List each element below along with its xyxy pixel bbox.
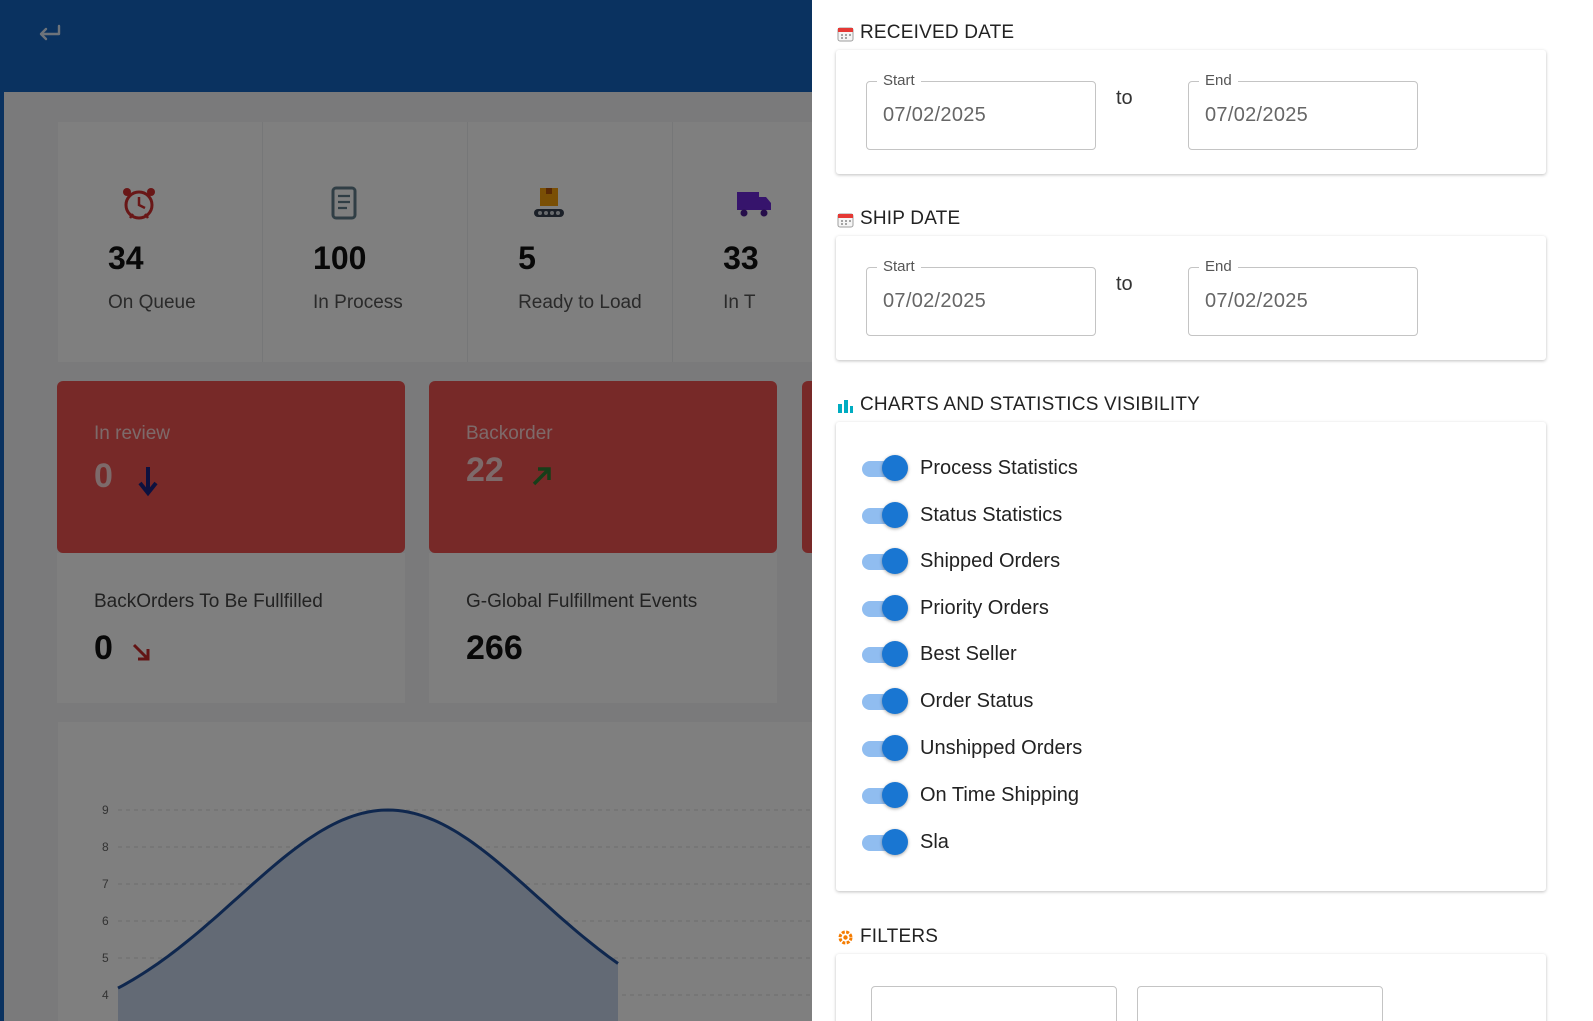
toggle-sla[interactable]: Sla <box>862 827 949 857</box>
gear-icon <box>837 929 854 946</box>
settings-drawer: RECEIVED DATE Start 07/02/2025 to End 07… <box>812 0 1593 1021</box>
toggle-switch[interactable] <box>862 593 908 623</box>
toggle-label: Shipped Orders <box>920 549 1061 572</box>
received-end-date-field[interactable]: End 07/02/2025 <box>1188 72 1418 150</box>
toggle-status-statistics[interactable]: Status Statistics <box>862 500 1062 530</box>
field-value: 07/02/2025 <box>883 104 987 126</box>
toggle-unshipped-orders[interactable]: Unshipped Orders <box>862 733 1082 763</box>
field-label: Start <box>877 72 921 89</box>
toggle-switch[interactable] <box>862 733 908 763</box>
toggle-switch[interactable] <box>862 453 908 483</box>
toggle-label: Unshipped Orders <box>920 736 1083 759</box>
toggle-label: Priority Orders <box>920 596 1049 619</box>
ship-end-date-field[interactable]: End 07/02/2025 <box>1188 258 1418 336</box>
filters-heading: FILTERS <box>837 926 938 948</box>
calendar-icon <box>837 25 854 42</box>
calendar-icon <box>837 211 854 228</box>
toggle-switch[interactable] <box>862 780 908 810</box>
section-title: RECEIVED DATE <box>860 22 1015 43</box>
toggle-switch[interactable] <box>862 827 908 857</box>
ship-date-panel: Start 07/02/2025 to End 07/02/2025 <box>836 236 1546 360</box>
received-start-date-field[interactable]: Start 07/02/2025 <box>866 72 1096 150</box>
received-date-panel: Start 07/02/2025 to End 07/02/2025 <box>836 50 1546 174</box>
toggle-label: On Time Shipping <box>920 783 1079 806</box>
toggle-label: Sla <box>920 830 949 853</box>
field-label: End <box>1199 72 1238 89</box>
toggle-switch[interactable] <box>862 639 908 669</box>
toggle-label: Order Status <box>920 689 1034 712</box>
toggle-switch[interactable] <box>862 500 908 530</box>
range-separator: to <box>1116 87 1133 109</box>
filter-select-1[interactable] <box>871 986 1117 1021</box>
toggle-process-statistics[interactable]: Process Statistics <box>862 453 1078 483</box>
field-label: Start <box>877 258 921 275</box>
field-value: 07/02/2025 <box>883 290 987 312</box>
toggle-label: Status Statistics <box>920 503 1063 526</box>
field-value: 07/02/2025 <box>1205 290 1309 312</box>
bar-chart-icon <box>837 397 854 414</box>
section-title: CHARTS AND STATISTICS VISIBILITY <box>860 394 1201 415</box>
toggle-switch[interactable] <box>862 546 908 576</box>
toggle-best-seller[interactable]: Best Seller <box>862 639 1017 669</box>
section-title: FILTERS <box>860 926 939 947</box>
ship-date-heading: SHIP DATE <box>837 208 960 230</box>
toggle-shipped-orders[interactable]: Shipped Orders <box>862 546 1060 576</box>
toggle-on-time-shipping[interactable]: On Time Shipping <box>862 780 1079 810</box>
filter-select-2[interactable] <box>1137 986 1383 1021</box>
toggle-order-status[interactable]: Order Status <box>862 686 1033 716</box>
ship-start-date-field[interactable]: Start 07/02/2025 <box>866 258 1096 336</box>
visibility-heading: CHARTS AND STATISTICS VISIBILITY <box>837 394 1200 416</box>
field-label: End <box>1199 258 1238 275</box>
toggle-label: Process Statistics <box>920 456 1078 479</box>
range-separator: to <box>1116 273 1133 295</box>
toggle-priority-orders[interactable]: Priority Orders <box>862 593 1049 623</box>
section-title: SHIP DATE <box>860 208 961 229</box>
received-date-heading: RECEIVED DATE <box>837 22 1014 44</box>
toggle-label: Best Seller <box>920 642 1017 665</box>
toggle-switch[interactable] <box>862 686 908 716</box>
field-value: 07/02/2025 <box>1205 104 1309 126</box>
visibility-panel: Process Statistics Status Statistics Shi… <box>836 422 1546 891</box>
